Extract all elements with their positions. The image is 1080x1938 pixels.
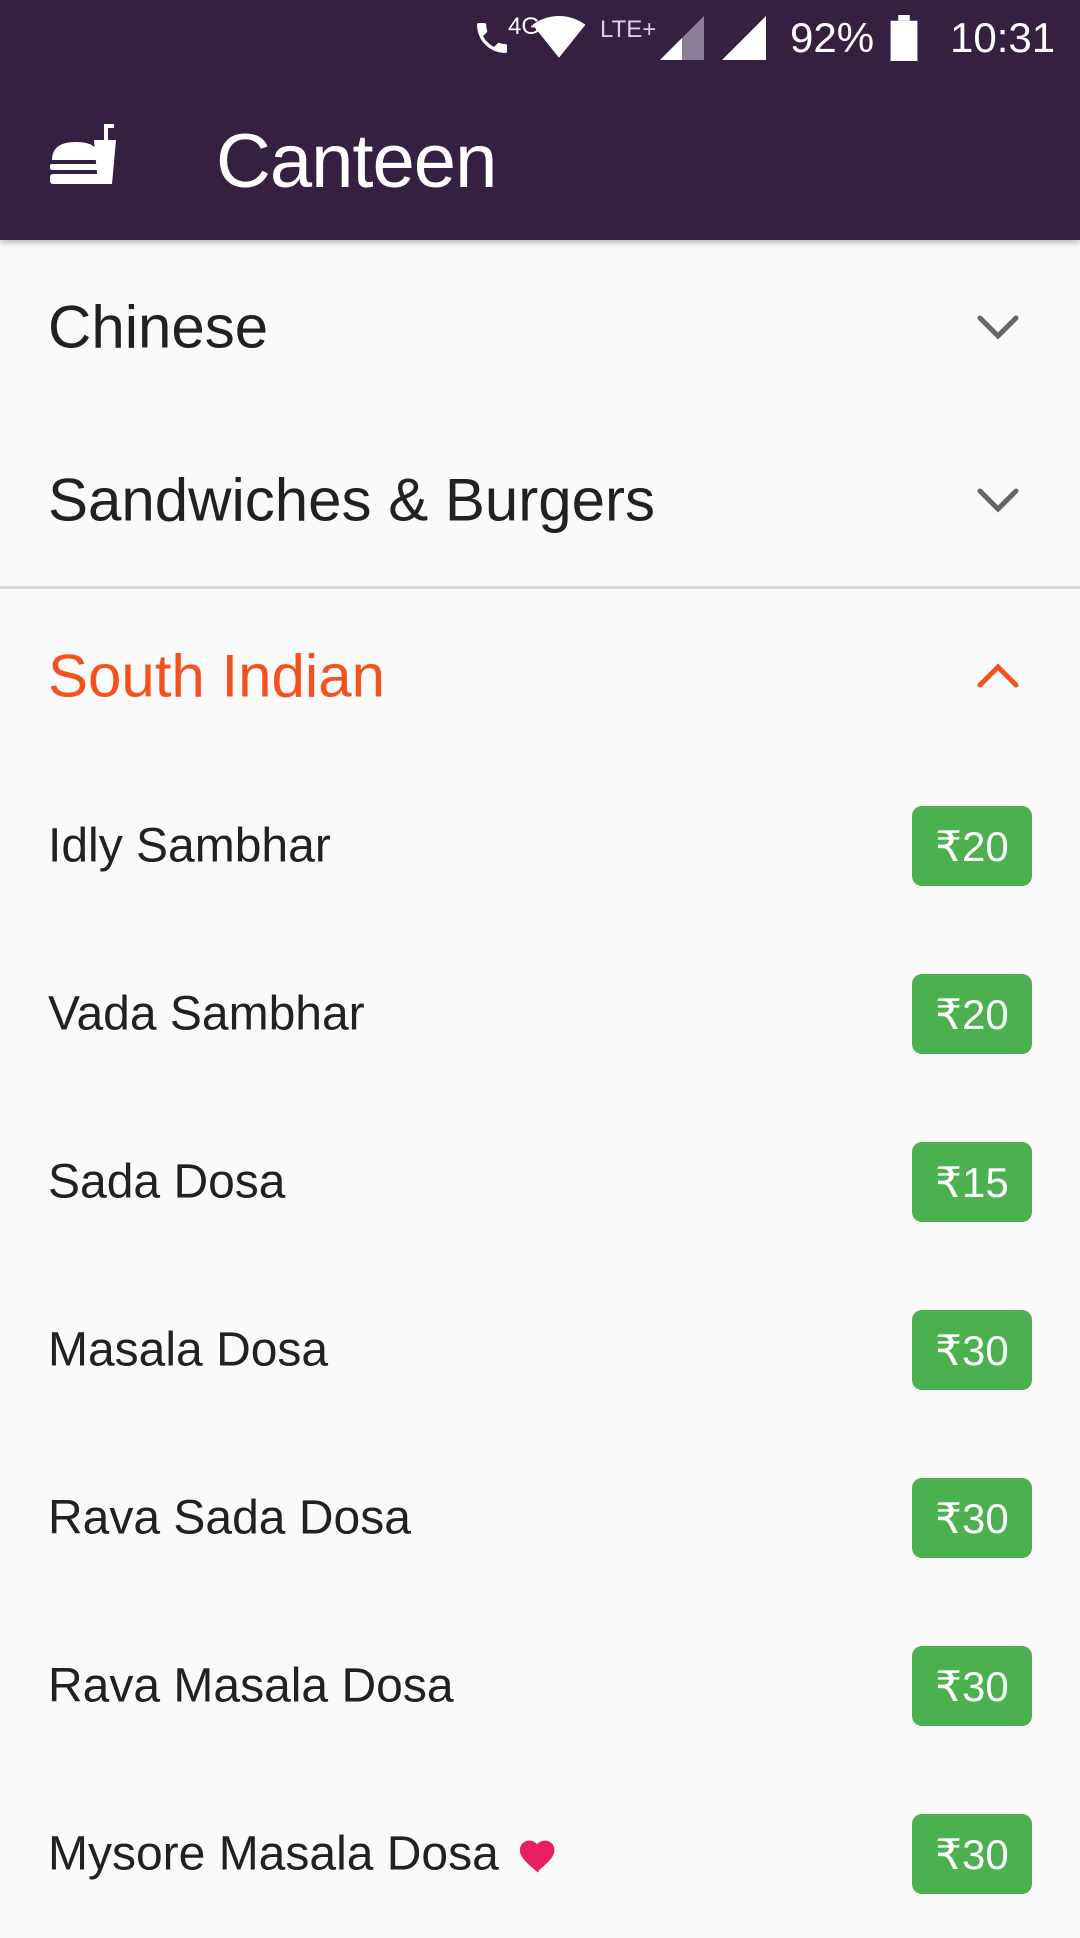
chevron-down-icon: [977, 488, 1019, 513]
price-badge[interactable]: ₹30: [912, 1310, 1032, 1390]
food-icon: [48, 120, 118, 190]
wifi-icon: [532, 10, 586, 65]
battery-percent: 92%: [790, 13, 875, 61]
menu-item-rava-masala-dosa[interactable]: Rava Masala Dosa ₹30: [0, 1602, 1080, 1770]
category-sandwiches-burgers[interactable]: Sandwiches & Burgers: [0, 413, 1080, 586]
price-badge[interactable]: ₹30: [912, 1814, 1032, 1894]
menu-item-sada-dosa[interactable]: Sada Dosa ₹15: [0, 1098, 1080, 1266]
price-badge[interactable]: ₹20: [912, 806, 1032, 886]
category-label: Chinese: [48, 293, 269, 360]
signal-icon: [660, 10, 704, 65]
app-title: Canteen: [216, 119, 497, 204]
wifi-calling-icon: 4G: [472, 10, 540, 65]
clock: 10:31: [950, 13, 1056, 61]
price-badge[interactable]: ₹20: [912, 974, 1032, 1054]
menu-item-vada-sambhar[interactable]: Vada Sambhar ₹20: [0, 930, 1080, 1098]
item-name: Sada Dosa: [48, 1155, 286, 1209]
item-name: Masala Dosa: [48, 1323, 329, 1377]
menu-list: Chinese Sandwiches & Burgers South India…: [0, 240, 1080, 1920]
price-badge[interactable]: ₹15: [912, 1142, 1032, 1222]
price-badge[interactable]: ₹30: [912, 1478, 1032, 1558]
menu-item-rava-sada-dosa[interactable]: Rava Sada Dosa ₹30: [0, 1434, 1080, 1602]
item-name: Rava Masala Dosa: [48, 1659, 454, 1713]
category-chinese[interactable]: Chinese: [0, 240, 1080, 413]
price-badge[interactable]: ₹30: [912, 1646, 1032, 1726]
heart-icon: [519, 1840, 555, 1873]
status-bar: 4G LTE+ 92% 10:31: [0, 0, 1080, 75]
top-bar: 4G LTE+ 92% 10:31 Canteen: [0, 0, 1080, 240]
signal-icon-2: [722, 10, 766, 65]
menu-item-masala-dosa[interactable]: Masala Dosa ₹30: [0, 1266, 1080, 1434]
item-name: Idly Sambhar: [48, 819, 331, 873]
item-name-with-heart: Mysore Masala Dosa: [48, 1827, 559, 1882]
category-label: South Indian: [48, 642, 385, 709]
menu-item-mysore-masala-dosa[interactable]: Mysore Masala Dosa ₹30: [0, 1770, 1080, 1938]
menu-item-idly-sambhar[interactable]: Idly Sambhar ₹20: [0, 762, 1080, 930]
item-name: Mysore Masala Dosa: [48, 1827, 499, 1881]
chevron-down-icon: [977, 315, 1019, 340]
item-name: Rava Sada Dosa: [48, 1491, 411, 1545]
lte-label: LTE+: [600, 15, 657, 43]
chevron-up-icon: [977, 662, 1019, 687]
category-south-indian[interactable]: South Indian: [0, 589, 1080, 762]
item-name: Vada Sambhar: [48, 987, 365, 1041]
battery-icon: [890, 10, 918, 65]
category-label: Sandwiches & Burgers: [48, 466, 655, 533]
